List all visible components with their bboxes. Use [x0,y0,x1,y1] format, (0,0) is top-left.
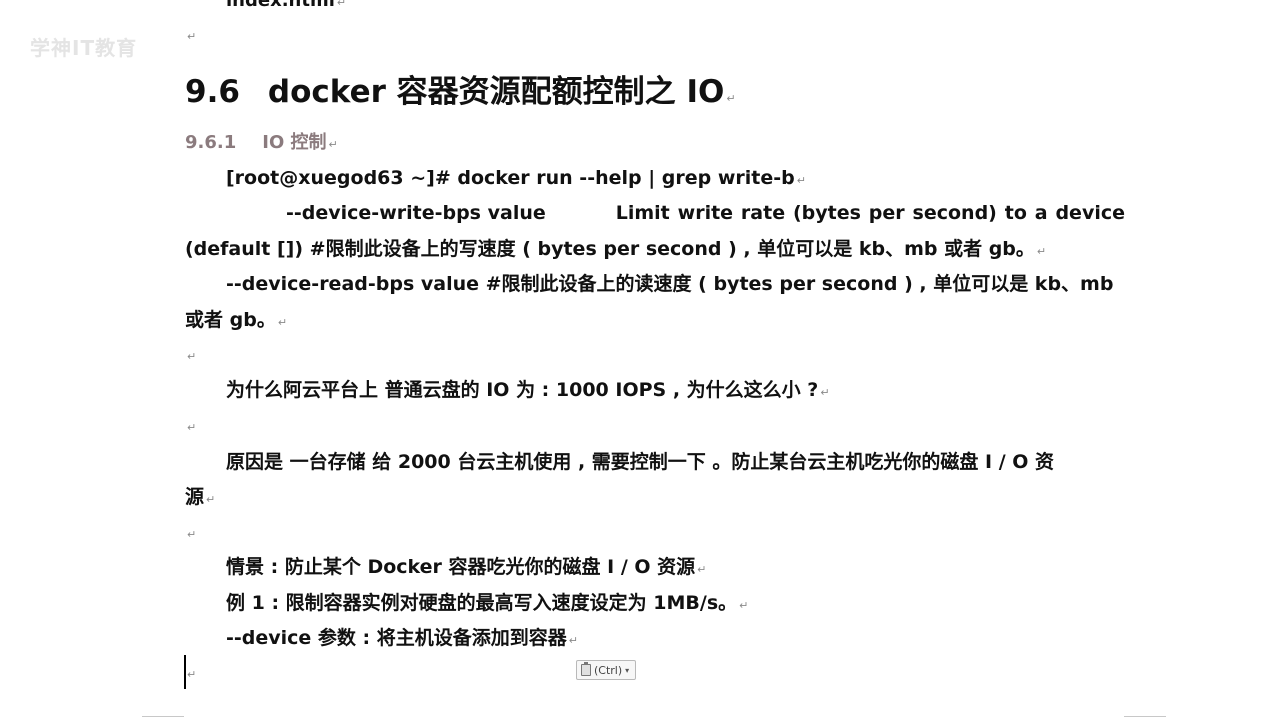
subsection-heading: 9.6.1 IO 控制 ↵ [185,131,338,157]
description-word: to [1004,202,1027,224]
watermark-logo: 学神IT教育 [30,36,138,60]
paste-options-label: (Ctrl) [594,663,623,677]
description-word: write [677,202,734,224]
section-heading: 9.6 docker 容器资源配额控制之 IO ↵ [185,72,736,119]
paragraph-mark: ↵ [277,316,288,329]
page-corner-right [1124,716,1166,721]
option-write-line2: (default []) #限制此设备上的写速度 ( bytes per sec… [185,238,1047,260]
page-corner-left [142,716,184,721]
section-title: docker 容器资源配额控制之 IO [267,74,725,110]
option-write-line1: --device-write-bps value Limit write rate (… [185,201,1125,225]
paragraph-mark: ↵ [568,634,578,647]
description-word: Limit [615,202,670,224]
reason-line1: 原因是 一台存储 给 2000 台云主机使用 , 需要控制一下 。防止某台云主机… [226,451,1055,473]
paragraph-mark: ↵ [739,599,749,612]
paragraph-mark: ↵ [187,421,197,434]
paragraph-mark: ↵ [187,350,197,363]
description-word: device [1055,202,1125,224]
caret-down-icon: ▾ [625,665,630,675]
section-number: 9.6 [185,74,240,110]
paragraph-mark: ↵ [187,528,197,541]
paragraph-mark: ↵ [1036,245,1047,258]
paragraph-mark: ↵ [187,30,197,43]
command-line: [root@xuegod63 ~]# docker run --help | g… [226,167,806,189]
question-line: 为什么阿云平台上 普通云盘的 IO 为 : 1000 IOPS , 为什么这么小… [226,379,830,401]
text-cursor[interactable] [184,655,186,689]
option-read-line1: --device-read-bps value #限制此设备上的读速度 ( by… [226,273,1114,295]
option-write-name: --device-write-bps value [286,202,546,224]
clipboard-icon [581,662,591,676]
paragraph-mark: ↵ [796,174,806,187]
top-file-fragment: index.html ↵ [226,0,346,11]
description-word: a [1034,202,1048,224]
paragraph-mark: ↵ [187,668,197,681]
example-line: 例 1 : 限制容器实例对硬盘的最高写入速度设定为 1MB/s。 ↵ [226,592,749,614]
paragraph-mark: ↵ [328,138,338,151]
description-word: (bytes [792,202,861,224]
description-word: rate [740,202,786,224]
subsection-title: IO 控制 [262,132,327,153]
description-word: per [868,202,905,224]
option-read-line2: 或者 gb。 ↵ [185,309,288,331]
subsection-number: 9.6.1 [185,132,237,153]
paste-options-button[interactable]: (Ctrl) ▾ [576,660,636,680]
paragraph-mark: ↵ [336,0,347,9]
device-param-line: --device 参数 : 将主机设备添加到容器 ↵ [226,627,578,649]
reason-line2: 源 ↵ [185,486,216,508]
description-word: second) [912,202,997,224]
paragraph-mark: ↵ [820,386,830,399]
paragraph-mark: ↵ [697,563,707,576]
option-write-description: Limit write rate (bytes per second) to a device [616,201,1125,225]
paragraph-mark: ↵ [206,493,216,506]
paragraph-mark: ↵ [726,92,736,105]
scenario-line: 情景 : 防止某个 Docker 容器吃光你的磁盘 I / O 资源 ↵ [226,556,707,578]
